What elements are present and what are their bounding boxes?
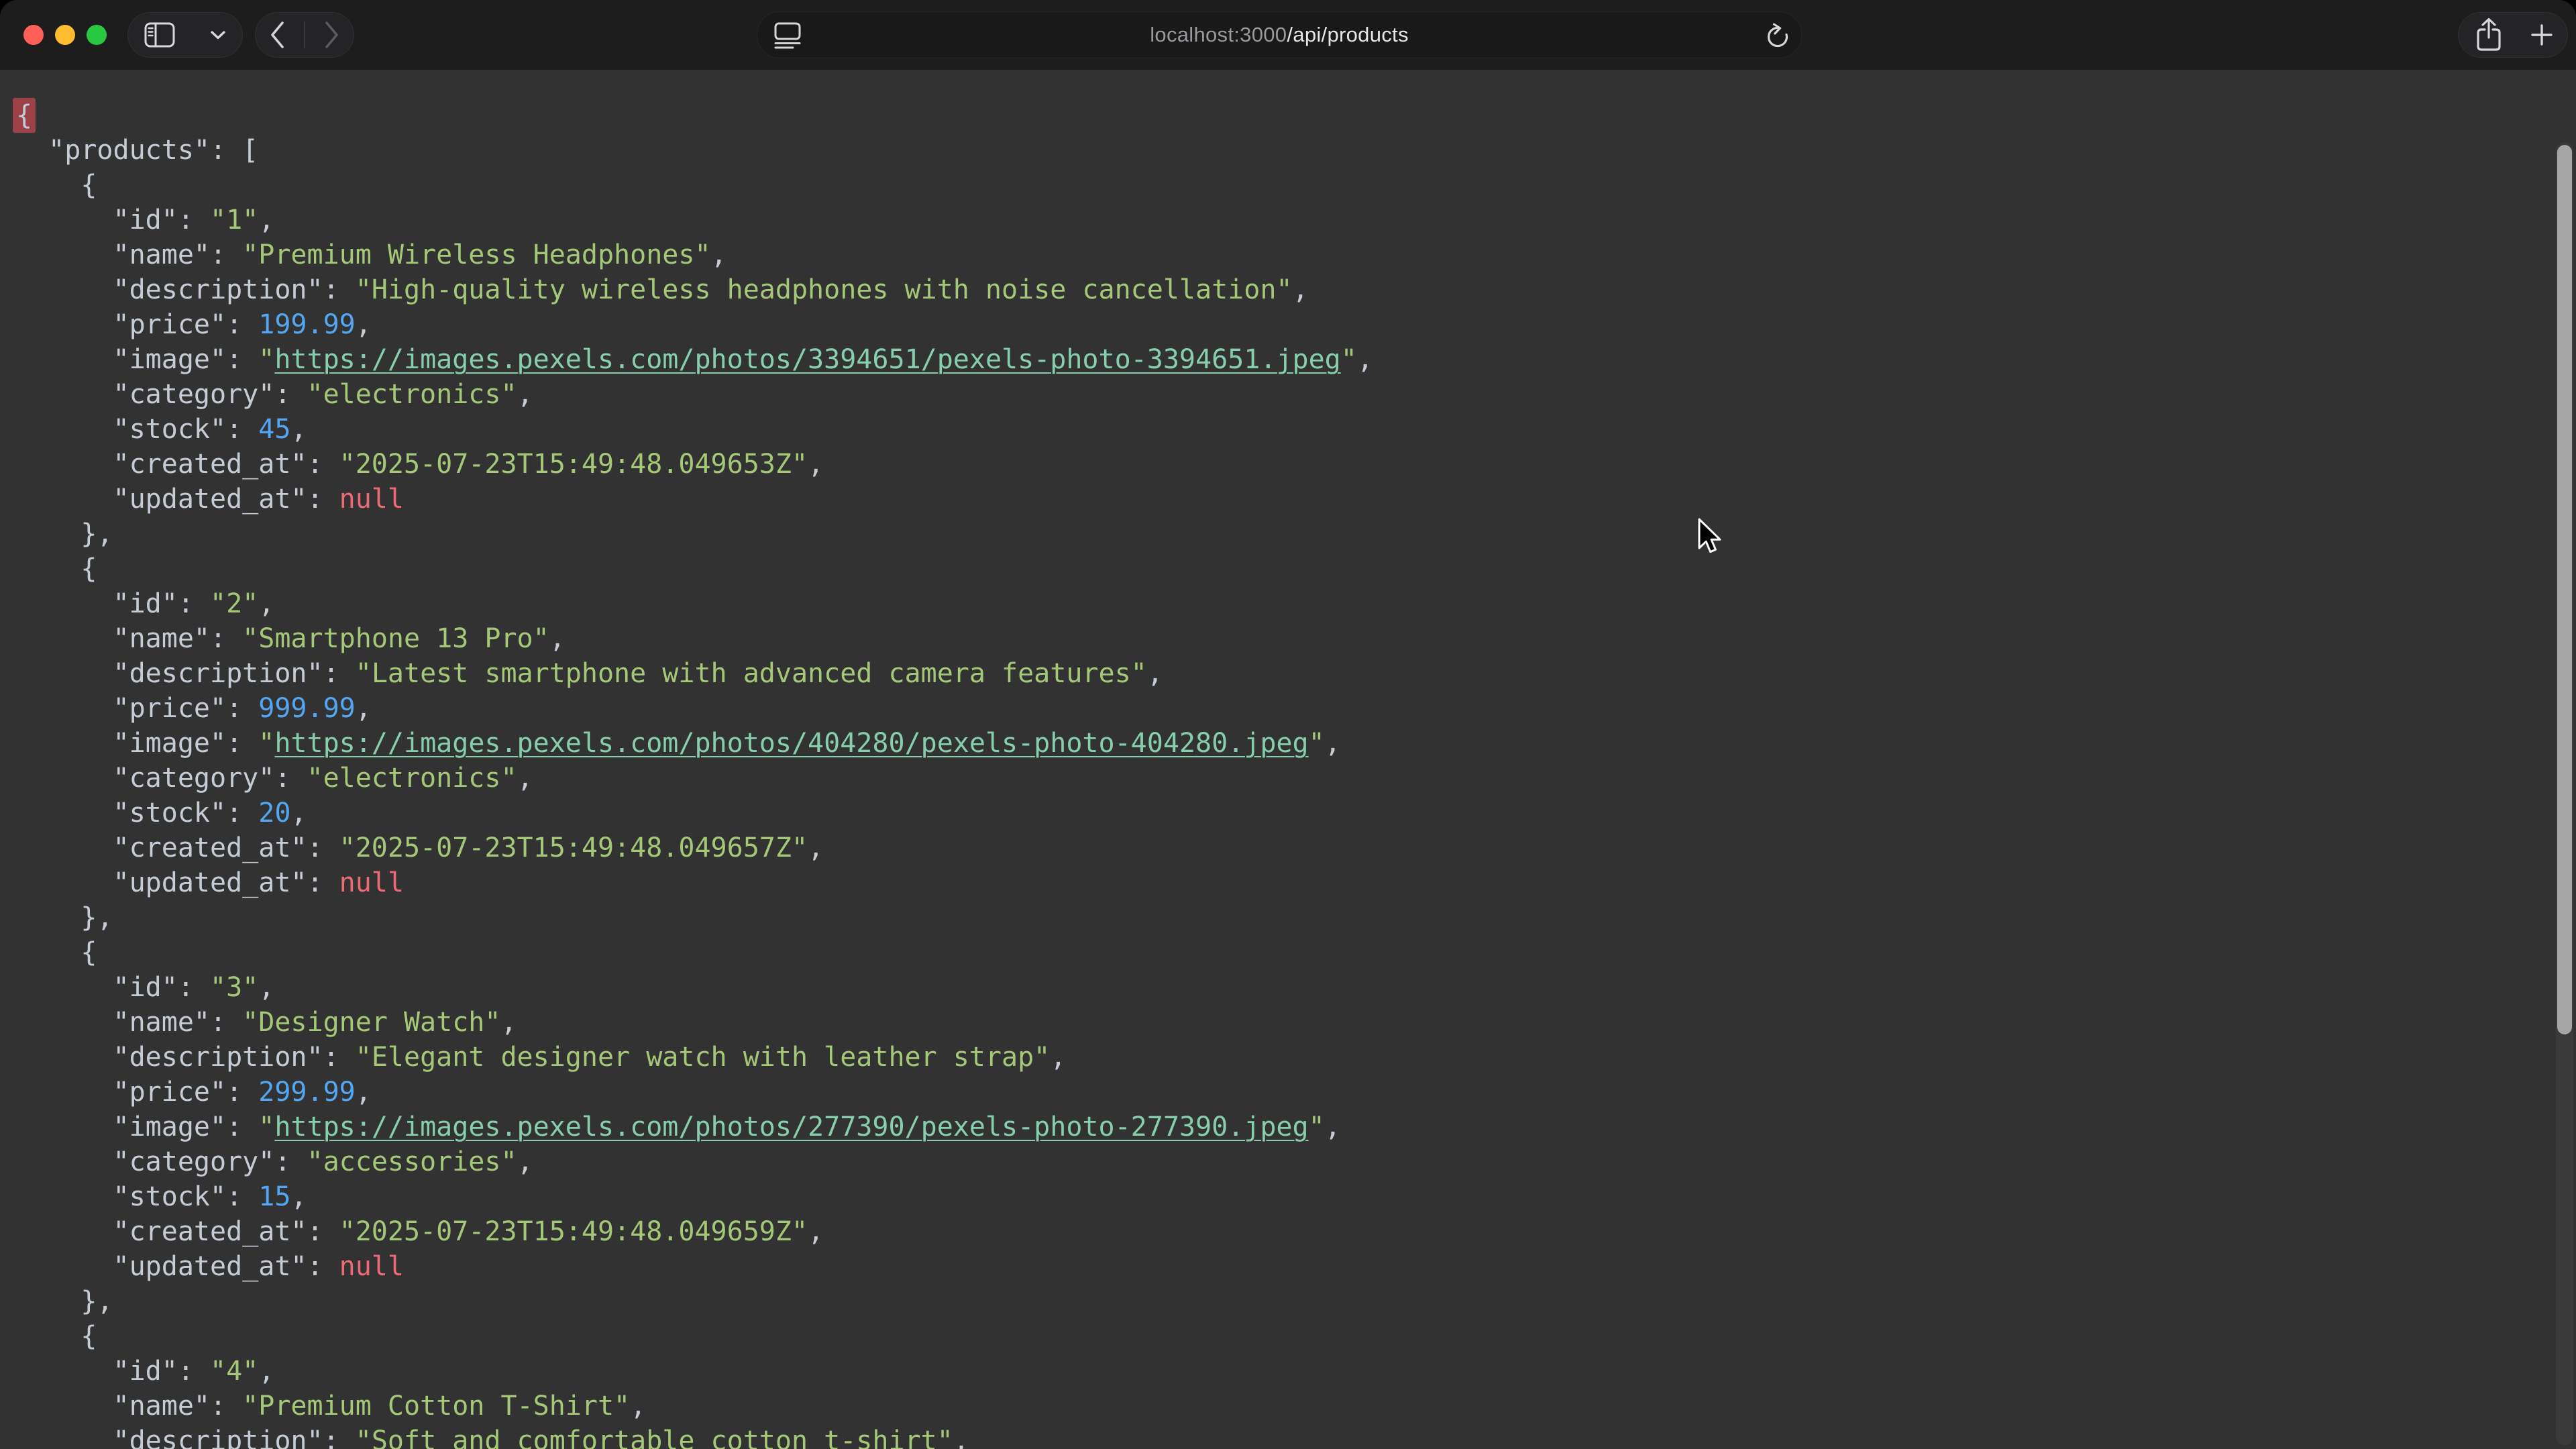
tab-group-menu-button[interactable]: [210, 13, 226, 57]
zoom-button[interactable]: [87, 25, 107, 45]
plus-icon: [2531, 24, 2553, 46]
window-controls: [23, 25, 107, 45]
scrollbar-thumb[interactable]: [2557, 145, 2572, 1034]
url-text: localhost:3000/api/products: [1150, 23, 1409, 47]
url-host: localhost:3000: [1150, 23, 1287, 46]
toolbar-right-controls: [2458, 12, 2568, 58]
browser-window: localhost:3000/api/products: [0, 0, 2576, 1449]
reload-button[interactable]: [1764, 12, 1792, 58]
sidebar-toggle-button[interactable]: [144, 13, 175, 57]
matched-brace-highlight: {: [13, 98, 36, 133]
new-tab-button[interactable]: [2531, 13, 2553, 57]
image-link[interactable]: https://images.pexels.com/photos/404280/…: [274, 728, 1308, 759]
reload-icon: [1764, 20, 1792, 50]
share-button[interactable]: [2473, 13, 2504, 57]
image-link[interactable]: https://images.pexels.com/photos/277390/…: [274, 1112, 1308, 1142]
forward-icon: [324, 21, 340, 49]
page-content: { "products": [ { "id": "1", "name": "Pr…: [0, 70, 2576, 1449]
image-link[interactable]: https://images.pexels.com/photos/3394651…: [274, 344, 1340, 375]
forward-button[interactable]: [324, 13, 340, 57]
navigation-controls: [255, 12, 354, 58]
json-body: { "products": [ { "id": "1", "name": "Pr…: [0, 70, 2576, 1449]
share-icon: [2473, 17, 2504, 53]
nav-divider: [304, 21, 305, 48]
close-button[interactable]: [23, 25, 44, 45]
sidebar-icon: [144, 22, 175, 48]
minimize-button[interactable]: [55, 25, 75, 45]
url-path: /api/products: [1287, 23, 1408, 46]
back-button[interactable]: [269, 13, 285, 57]
sidebar-controls: [127, 12, 243, 58]
page-format-icon: [772, 21, 803, 49]
page-format-button[interactable]: [772, 12, 803, 58]
address-bar[interactable]: localhost:3000/api/products: [757, 11, 1802, 58]
back-icon: [269, 21, 285, 49]
chevron-down-icon: [210, 30, 226, 40]
browser-toolbar: localhost:3000/api/products: [0, 0, 2576, 70]
